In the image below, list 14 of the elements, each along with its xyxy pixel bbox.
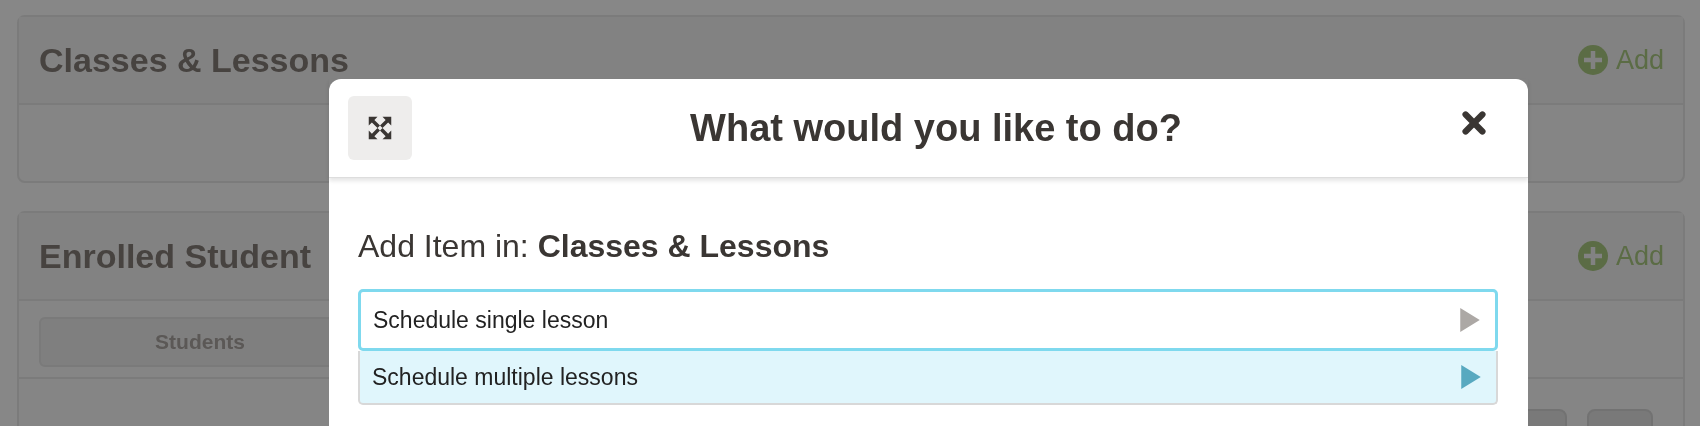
expand-button[interactable]	[348, 96, 412, 160]
plus-icon	[1577, 241, 1608, 271]
section-title: Classes & Lessons	[39, 40, 349, 80]
option-item[interactable]: Schedule single lesson	[358, 289, 1498, 351]
play-icon	[1460, 364, 1482, 390]
play-icon	[1459, 307, 1481, 333]
option-item[interactable]: Schedule multiple lessons	[358, 351, 1498, 405]
plus-icon	[1577, 45, 1608, 75]
close-icon[interactable]	[1460, 109, 1488, 137]
add-link[interactable]: Add	[1573, 40, 1668, 80]
prompt-text: Add Item in: Classes & Lessons	[358, 228, 831, 265]
section-title: Enrolled Student	[39, 236, 311, 276]
dialog-title: What would you like to do?	[690, 106, 1182, 150]
add-link[interactable]: Add	[1573, 236, 1668, 276]
